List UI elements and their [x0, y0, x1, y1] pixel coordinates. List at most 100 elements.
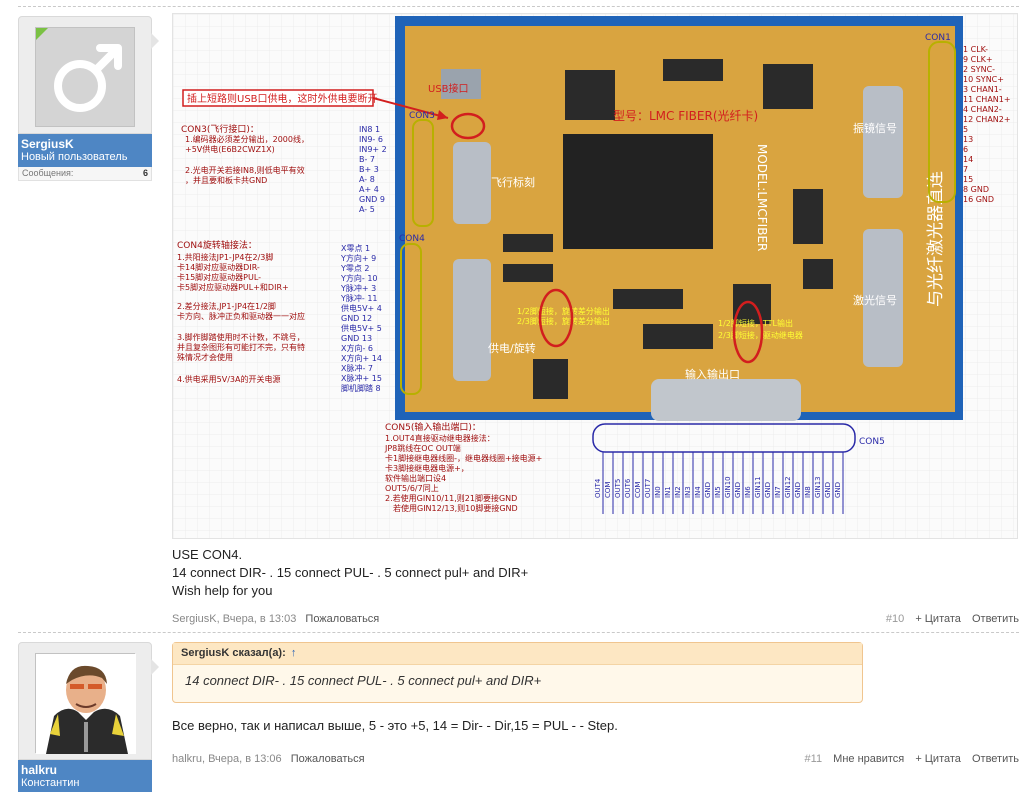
con5-pin: GND: [734, 482, 742, 498]
relay-note-2: 2/3脚短接，驱动继电器: [718, 330, 803, 340]
avatar-halkru[interactable]: [35, 653, 136, 754]
username-link[interactable]: halkru: [21, 763, 149, 777]
con1-pin: 8 GND: [963, 185, 989, 194]
con1-pin: 9 CLK+: [963, 55, 993, 64]
con1-pin: 12 CHAN2+: [963, 115, 1011, 124]
con3-pin: IN9- 6: [359, 135, 383, 144]
con5-pin: GND: [764, 482, 772, 498]
message-count-label: Сообщения:: [22, 168, 74, 178]
con3-pin: B- 7: [359, 155, 375, 164]
con4-pin: GND 13: [341, 334, 372, 343]
con4-pin: Y脉冲- 11: [340, 293, 378, 303]
con5-pin: IN1: [664, 486, 672, 498]
con5-note-2: 卡1脚接继电器线圈-，继电器线圈+接电源+: [385, 453, 542, 463]
quote-block: SergiusK сказал(а): ↑ 14 connect DIR- . …: [172, 642, 863, 703]
user-info-bar: halkru Константин: [18, 760, 152, 792]
post-line: 14 connect DIR- . 15 connect PUL- . 5 co…: [172, 565, 529, 580]
con1-pin: 3 CHAN1-: [963, 85, 1002, 94]
post-body-11: Все верно, так и написал выше, 5 - это +…: [172, 718, 618, 733]
con3-pin: GND 9: [359, 195, 385, 204]
avatar-pointer: [151, 659, 159, 675]
con4-note-8: 殊情况才会使用: [177, 352, 233, 362]
post-author-time[interactable]: SergiusK, Вчера, в 13:03: [172, 613, 296, 625]
usb-port-label: USB接口: [428, 82, 469, 95]
like-button[interactable]: Мне нравится: [833, 753, 904, 765]
laser-label: 激光信号: [853, 293, 897, 307]
post-number-link[interactable]: #10: [886, 613, 904, 625]
con4-pin: Y方向- 10: [340, 273, 378, 283]
post-actions-10: #10 + Цитата Ответить: [878, 613, 1019, 625]
con5-pin: GND: [704, 482, 712, 498]
report-link[interactable]: Пожаловаться: [291, 753, 365, 765]
con1-pin: 1 CLK-: [963, 45, 988, 54]
con5-pin: GIN10: [724, 476, 732, 498]
con1-pin: 13: [963, 135, 973, 144]
con5-pin: OUT4: [594, 478, 602, 498]
con5-pin: IN2: [674, 486, 682, 498]
con5-pin: OUT5: [614, 479, 622, 498]
avatar-person-icon: [36, 654, 136, 754]
post-number-link[interactable]: #11: [805, 753, 823, 765]
avatar-default-male[interactable]: [35, 27, 135, 127]
con5-pin: COM: [604, 482, 612, 498]
con5-pin: OUT7: [644, 479, 652, 498]
message-count: Сообщения: 6: [18, 167, 152, 181]
con4-pin: Y方向+ 9: [340, 253, 376, 263]
con3-pin: A+ 4: [359, 185, 379, 194]
avatar-frame: [18, 16, 159, 134]
con4-label: CON4: [399, 234, 425, 244]
quote-button[interactable]: + Цитата: [915, 613, 961, 625]
con5-pin: IN0: [654, 486, 662, 498]
user-title: Новый пользователь: [21, 151, 128, 163]
quote-header: SergiusK сказал(а): ↑: [173, 643, 862, 665]
con1-pin: 4 CHAN2-: [963, 105, 1002, 114]
post-author-time[interactable]: halkru, Вчера, в 13:06: [172, 753, 282, 765]
con4-pin: 供电5V+ 4: [341, 303, 382, 313]
con1-pin: 14: [963, 155, 973, 164]
post-body-10: USE CON4. 14 connect DIR- . 15 connect P…: [172, 546, 528, 600]
post-separator: [18, 632, 1019, 633]
con4-note-0: 1.共阳接法JP1-JP4在2/3脚: [177, 252, 273, 262]
post-actions-11: #11 Мне нравится + Цитата Ответить: [797, 753, 1019, 765]
report-link[interactable]: Пожаловаться: [305, 613, 379, 625]
username-link[interactable]: SergiusK: [21, 137, 149, 151]
con3-title: CON3(飞行接口)：: [181, 123, 259, 135]
con4-pin: X脉冲+ 15: [341, 373, 382, 383]
user-info-bar: SergiusK Новый пользователь: [18, 134, 152, 167]
con3-pin: A- 8: [359, 175, 375, 184]
post-image-controller-board[interactable]: USB接口 型号：LMC FIBER(光纤卡) MODEL:LMCFIBER 振…: [172, 13, 1018, 539]
con4-pin: GND 12: [341, 314, 372, 323]
power-rotation-label: 供电/旋转: [488, 341, 536, 355]
con3-pin: IN8 1: [359, 125, 380, 134]
con1-pin: 10 SYNC+: [963, 75, 1004, 84]
con5-pin: IN6: [744, 486, 752, 498]
con1-pin: 2 SYNC-: [963, 65, 995, 74]
con5-note-5: OUT5/6/7同上: [385, 484, 439, 493]
con5-note-6: 2.若使用GIN10/11,则21脚要接GND: [385, 493, 517, 503]
reply-button[interactable]: Ответить: [972, 753, 1019, 765]
con4-note-1: 卡14脚对应驱动器DIR-: [177, 262, 260, 272]
post-line: USE CON4.: [172, 547, 243, 562]
con4-pin: 供电5V+ 5: [341, 323, 382, 333]
con1-pin: 7: [963, 165, 968, 174]
model-label: 型号：LMC FIBER(光纤卡): [613, 109, 758, 123]
con3-pin: B+ 3: [359, 165, 379, 174]
con3-note-3: ，并且要和板卡共GND: [185, 175, 267, 185]
quote-button[interactable]: + Цитата: [915, 753, 961, 765]
quote-jump-arrow-icon[interactable]: ↑: [291, 647, 297, 659]
con4-pin: Y脉冲+ 3: [340, 283, 376, 293]
con4-note-6: 3.脚作脚踏使用时不计数，不跳号，: [177, 332, 305, 342]
con1-pin: 11 CHAN1+: [963, 95, 1011, 104]
user-title: Константин: [21, 777, 80, 789]
con4-pin: 脚机脚踏 8: [341, 383, 381, 393]
con1-pin: 6: [963, 145, 968, 154]
galvo-label: 振镜信号: [853, 121, 897, 135]
con5-pin: GND: [824, 482, 832, 498]
con3-note-0: 1.编码器必须差分输出，2000线，: [185, 134, 309, 144]
reply-button[interactable]: Ответить: [972, 613, 1019, 625]
con5-pin: GIN13: [814, 476, 822, 498]
con4-note-9: 4.供电采用5V/3A的开关电源: [177, 374, 280, 384]
post-meta-10: SergiusK, Вчера, в 13:03 Пожаловаться: [172, 613, 379, 625]
relay-note-1: 1/2脚短接，TTL输出: [718, 318, 793, 328]
con1-pin: 15: [963, 175, 973, 184]
